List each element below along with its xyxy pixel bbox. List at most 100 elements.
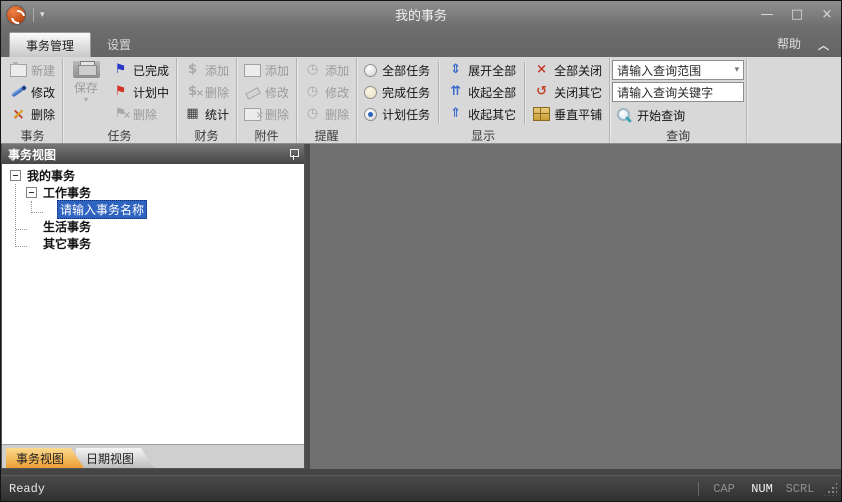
app-window: ▾ 我的事务 — □ × 事务管理 设置 帮助 ︿ 新建修改×删除事务保存▾⚑已… (0, 0, 842, 502)
ribbon-button-remind-add: ◷添加 (299, 59, 354, 81)
button-label: 统计 (205, 106, 229, 123)
ribbon-group-finance: $添加$删除▦统计财务 (177, 58, 237, 143)
ribbon-button-attach-modify: 修改 (239, 81, 294, 103)
group-label-attachments: 附件 (239, 127, 294, 143)
ribbon-button-task-completed[interactable]: ⚑已完成 (107, 59, 174, 81)
tree-item-label: 生活事务 (41, 218, 93, 235)
ribbon-button-remind-delete: ◷删除 (299, 103, 354, 125)
tree-item-label: 其它事务 (41, 235, 93, 252)
ribbon-button-attach-add: 添加 (239, 59, 294, 81)
floppy-icon (73, 61, 100, 78)
ribbon-button-modify-affair[interactable]: 修改 (5, 81, 60, 103)
button-label: 添加 (325, 62, 349, 79)
ribbon-button-tile-vertical[interactable]: 垂直平铺 (528, 103, 607, 125)
tree-connector (16, 229, 27, 230)
tree-item[interactable]: 工作事务 (2, 184, 304, 201)
radio-planned-tasks[interactable]: 计划任务 (359, 103, 435, 125)
radio-icon (364, 86, 377, 99)
ribbon-button-delete-affair[interactable]: ×删除 (5, 103, 60, 125)
tab-affairs-management[interactable]: 事务管理 (9, 32, 91, 57)
tree-item[interactable]: 其它事务 (2, 235, 304, 252)
button-label: 修改 (325, 84, 349, 101)
tree-item[interactable]: 生活事务 (2, 218, 304, 235)
doc-new-icon (10, 64, 27, 77)
ribbon-tab-row: 事务管理 设置 帮助 ︿ (1, 28, 841, 57)
ribbon-button-start-query[interactable]: 开始查询 (612, 104, 744, 126)
group-label-affairs: 事务 (5, 127, 60, 143)
tree-item-label: 工作事务 (41, 184, 93, 201)
maximize-button[interactable]: □ (789, 1, 805, 28)
group-inner-separator (438, 62, 439, 124)
query-scope-combobox[interactable]: 请输入查询范围▾ (612, 60, 744, 80)
clock-icon: ◷ (304, 62, 321, 78)
button-label: 计划中 (133, 84, 169, 101)
tiles-icon (533, 107, 550, 121)
button-label: 关闭其它 (554, 84, 602, 101)
tree-expand-icon[interactable] (10, 170, 21, 181)
panel-tab-inactive[interactable]: 日期视图 (76, 448, 154, 468)
window-title: 我的事务 (1, 5, 841, 24)
quick-access-caret-icon[interactable]: ▾ (40, 10, 45, 20)
group-label-query: 查询 (612, 127, 744, 143)
pin-icon[interactable] (289, 148, 298, 160)
close-all-icon: × (533, 62, 550, 78)
collapse-ribbon-icon[interactable]: ︿ (818, 37, 829, 53)
ribbon-button-task-planned[interactable]: ⚑计划中 (107, 81, 174, 103)
resize-grip[interactable] (823, 482, 837, 496)
ribbon-button-close-all[interactable]: ×全部关闭 (528, 59, 607, 81)
button-label: 已完成 (133, 62, 169, 79)
tree-item[interactable]: 请输入事务名称 (2, 201, 304, 218)
ribbon-button-finance-stats[interactable]: ▦统计 (179, 103, 234, 125)
status-separator (698, 482, 699, 496)
ribbon-button-expand-all[interactable]: ⇕展开全部 (442, 59, 521, 81)
quick-access-separator (33, 8, 34, 22)
ribbon-button-finance-add: $添加 (179, 59, 234, 81)
ribbon-group-affairs: 新建修改 ×删除事务 (3, 58, 63, 143)
button-label: 添加 (265, 62, 289, 79)
ribbon-button-collapse-all[interactable]: ⇈收起全部 (442, 81, 521, 103)
combo-caret-icon: ▾ (735, 65, 740, 75)
status-indicator-num: NUM (743, 482, 781, 496)
query-keyword-input[interactable]: 请输入查询关键字 (612, 82, 744, 102)
tree-expand-icon[interactable] (26, 187, 37, 198)
status-indicator-scrl: SCRL (781, 482, 819, 496)
ribbon-button-task-delete: ⚑删除 (107, 103, 174, 125)
status-text: Ready (9, 482, 45, 496)
clock-icon: ◷ (304, 84, 321, 100)
button-label: 垂直平铺 (554, 106, 602, 123)
group-label-finance: 财务 (179, 127, 234, 143)
tree-item[interactable]: 我的事务 (2, 167, 304, 184)
close-button[interactable]: × (819, 1, 835, 28)
app-logo-icon[interactable] (7, 6, 25, 24)
collapse-all-icon: ⇈ (447, 84, 464, 100)
titlebar: ▾ 我的事务 — □ × (1, 1, 841, 28)
radio-all-tasks[interactable]: 全部任务 (359, 59, 435, 81)
ribbon-group-attachments: 添加修改删除附件 (237, 58, 297, 143)
tab-settings[interactable]: 设置 (91, 32, 147, 57)
button-label: 删除 (133, 106, 157, 123)
ribbon-button-attach-delete: 删除 (239, 103, 294, 125)
status-indicator-cap: CAP (705, 482, 743, 496)
clock-icon: ◷ (304, 106, 321, 122)
ribbon: 新建修改×删除事务保存▾⚑已完成⚑计划中⚑删除任务$添加$删除▦统计财务添加修改… (1, 57, 841, 144)
affairs-tree: 我的事务工作事务请输入事务名称生活事务其它事务 (2, 164, 304, 444)
tree-item-label: 我的事务 (25, 167, 77, 184)
ribbon-button-close-others[interactable]: ↺关闭其它 (528, 81, 607, 103)
button-label: 开始查询 (637, 107, 685, 124)
mdi-client-area (310, 144, 841, 469)
panel-title: 事务视图 (8, 146, 56, 163)
button-label: 修改 (31, 84, 55, 101)
affairs-view-panel: 事务视图 我的事务工作事务请输入事务名称生活事务其它事务 事务视图日期视图 (1, 144, 305, 469)
button-label: 收起全部 (468, 84, 516, 101)
ribbon-button-new-affair: 新建 (5, 59, 60, 81)
button-label: 修改 (265, 84, 289, 101)
radio-done-tasks[interactable]: 完成任务 (359, 81, 435, 103)
help-button[interactable]: 帮助 (777, 35, 801, 52)
group-inner-separator (524, 62, 525, 124)
minimize-button[interactable]: — (759, 1, 775, 28)
button-label: 全部关闭 (554, 62, 602, 79)
ribbon-button-collapse-others[interactable]: ⇑收起其它 (442, 103, 521, 125)
radio-icon (364, 64, 377, 77)
flag-blue-icon: ⚑ (112, 62, 129, 78)
panel-tab-active[interactable]: 事务视图 (6, 448, 84, 468)
